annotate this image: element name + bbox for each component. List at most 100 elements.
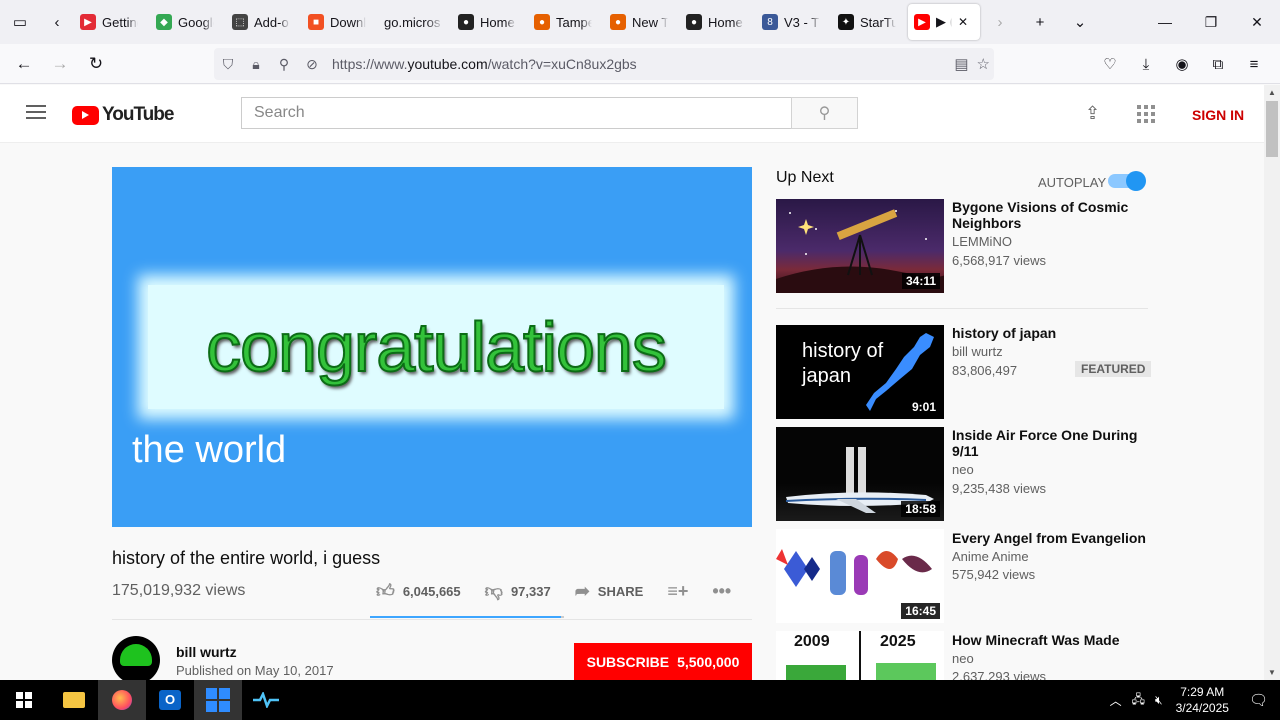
permissions-icon[interactable]: ⚲	[270, 56, 298, 73]
clock[interactable]: 7:29 AM 3/24/2025	[1168, 684, 1237, 716]
apps-grid-icon[interactable]	[1137, 105, 1155, 123]
tab-overview-icon[interactable]: ▭	[0, 0, 40, 44]
network-icon[interactable]: 🖧︎	[1127, 690, 1150, 711]
channel-name[interactable]: bill wurtz	[176, 644, 237, 660]
tracking-icon[interactable]: ⊘	[298, 56, 326, 73]
browser-tab[interactable]: ▶ Getting	[74, 4, 148, 40]
sign-in-button[interactable]: SIGN IN	[1192, 107, 1244, 123]
clock-date: 3/24/2025	[1175, 701, 1229, 715]
up-next-item[interactable]: 34:11 Bygone Visions of Cosmic Neighbors…	[776, 199, 1148, 293]
channel-avatar[interactable]	[112, 636, 160, 684]
tab-favicon-icon: ●	[686, 14, 702, 30]
file-explorer-icon[interactable]	[50, 680, 98, 720]
browser-tab[interactable]: ⬚ Add-o	[226, 4, 300, 40]
browser-nav-bar: ← → ↻ ⛉ 🔒︎ ⚲ ⊘ https://www.youtube.com/w…	[0, 44, 1280, 84]
video-title[interactable]: Inside Air Force One During 9/11	[952, 427, 1148, 459]
address-bar[interactable]: ⛉ 🔒︎ ⚲ ⊘ https://www.youtube.com/watch?v…	[214, 48, 994, 80]
like-button[interactable]: 👍︎ 6,045,665	[376, 580, 461, 602]
scrollbar-thumb[interactable]	[1266, 101, 1278, 157]
firefox-icon[interactable]	[98, 680, 146, 720]
health-app-icon[interactable]	[242, 680, 290, 720]
extensions-icon[interactable]: ⧉	[1200, 48, 1236, 80]
shield-icon[interactable]: ⛉	[214, 56, 242, 73]
up-next-heading: Up Next	[776, 169, 834, 186]
browser-tab[interactable]: ■ Downl	[302, 4, 376, 40]
video-title[interactable]: How Minecraft Was Made	[952, 632, 1148, 648]
forward-icon[interactable]: →	[42, 48, 78, 80]
video-thumbnail[interactable]: 34:11	[776, 199, 944, 293]
video-thumbnail[interactable]: 16:45	[776, 529, 944, 623]
new-tab-icon[interactable]: +	[1020, 0, 1060, 44]
search-button[interactable]: ⚲	[791, 97, 858, 129]
tab-title: Home	[708, 14, 743, 30]
lock-icon[interactable]: 🔒︎	[242, 56, 270, 73]
divider	[776, 308, 1148, 309]
scroll-tabs-left-icon[interactable]: ‹	[40, 0, 74, 44]
page-scrollbar[interactable]: ▲ ▼	[1264, 85, 1280, 680]
system-tray: ︿ 🖧︎ 🔇︎ 7:29 AM 3/24/2025 🗨︎	[1105, 680, 1280, 720]
more-actions-button[interactable]: •••	[712, 581, 731, 602]
autoplay-toggle[interactable]	[1108, 171, 1146, 191]
like-count: 6,045,665	[402, 583, 461, 599]
notifications-icon[interactable]: 🗨︎	[1237, 691, 1280, 709]
featured-badge: FEATURED	[1075, 361, 1152, 377]
up-next-item[interactable]: 18:58 Inside Air Force One During 9/11 n…	[776, 427, 1148, 521]
browser-tab[interactable]: 8 V3 - T	[756, 4, 830, 40]
dislike-button[interactable]: 👎︎ 97,337	[485, 580, 551, 602]
minimize-icon[interactable]: —	[1142, 0, 1188, 44]
start-menu-app-icon[interactable]	[194, 680, 242, 720]
pocket-icon[interactable]: ♡	[1092, 48, 1128, 80]
upload-icon[interactable]: ⇪	[1085, 103, 1105, 123]
youtube-logo[interactable]: YouTube	[72, 104, 174, 126]
restore-icon[interactable]: ❐	[1188, 0, 1234, 44]
add-to-playlist-button[interactable]: ≡+	[667, 581, 688, 602]
downloads-icon[interactable]: ⤓	[1128, 48, 1164, 80]
close-tab-icon[interactable]: ✕	[958, 15, 968, 29]
scroll-down-icon[interactable]: ▼	[1268, 668, 1276, 677]
reload-icon[interactable]: ↻	[78, 48, 114, 80]
up-next-item[interactable]: history of japan 9:01 history of japan b…	[776, 325, 1152, 419]
divider	[112, 619, 752, 620]
video-title[interactable]: Every Angel from Evangelion	[952, 530, 1148, 546]
account-icon[interactable]: ◉	[1164, 48, 1200, 80]
video-thumbnail[interactable]: 18:58	[776, 427, 944, 521]
search-input[interactable]: Search	[241, 97, 792, 129]
browser-tab[interactable]: ● New T	[604, 4, 678, 40]
volume-muted-icon[interactable]: 🔇︎	[1150, 693, 1168, 708]
outlook-icon[interactable]: O	[146, 680, 194, 720]
close-window-icon[interactable]: ✕	[1234, 0, 1280, 44]
reader-view-icon[interactable]: ▤	[954, 55, 968, 73]
view-count: 175,019,932 views	[112, 582, 246, 599]
video-title[interactable]: Bygone Visions of Cosmic Neighbors	[952, 199, 1148, 231]
video-duration: 16:45	[901, 603, 940, 619]
browser-tab[interactable]: ◆ Google	[150, 4, 224, 40]
video-player[interactable]: congratulations the world	[112, 167, 752, 527]
tray-overflow-icon[interactable]: ︿	[1105, 692, 1127, 709]
video-thumbnail[interactable]: history of japan 9:01	[776, 325, 944, 419]
subscriber-count: 5,500,000	[677, 653, 740, 670]
app-menu-icon[interactable]: ≡	[1236, 48, 1272, 80]
list-tabs-icon[interactable]: ⌄	[1060, 0, 1100, 44]
tab-favicon-icon: ◆	[156, 14, 172, 30]
browser-tab[interactable]: ▶ ▶ (✕	[908, 4, 980, 40]
start-button[interactable]	[0, 680, 48, 720]
browser-tab[interactable]: ● Tampe	[528, 4, 602, 40]
video-title[interactable]: history of japan	[952, 325, 1148, 341]
browser-tab[interactable]: ✦ StarTu	[832, 4, 906, 40]
browser-tab[interactable]: go.micros	[378, 4, 450, 40]
back-icon[interactable]: ←	[6, 48, 42, 80]
browser-tab[interactable]: ● Home	[452, 4, 526, 40]
url-text[interactable]: https://www.youtube.com/watch?v=xuCn8ux2…	[332, 56, 637, 72]
share-button[interactable]: ➦ SHARE	[575, 581, 644, 602]
tab-favicon-icon: ⬚	[232, 14, 248, 30]
hamburger-menu-icon[interactable]	[26, 105, 46, 121]
thumbnail-year-right: 2025	[880, 633, 916, 650]
browser-tab[interactable]: ● Home	[680, 4, 754, 40]
subscribe-button[interactable]: SUBSCRIBE 5,500,000	[574, 643, 752, 680]
scroll-up-icon[interactable]: ▲	[1268, 88, 1276, 97]
bookmark-star-icon[interactable]: ☆	[977, 55, 990, 73]
video-thumbnail[interactable]: 2009 2025	[776, 631, 944, 680]
up-next-item[interactable]: 2009 2025 How Minecraft Was Made neo 2,6…	[776, 631, 1148, 680]
up-next-item[interactable]: 16:45 Every Angel from Evangelion Anime …	[776, 529, 1148, 623]
scroll-tabs-right-icon[interactable]: ›	[980, 0, 1020, 44]
